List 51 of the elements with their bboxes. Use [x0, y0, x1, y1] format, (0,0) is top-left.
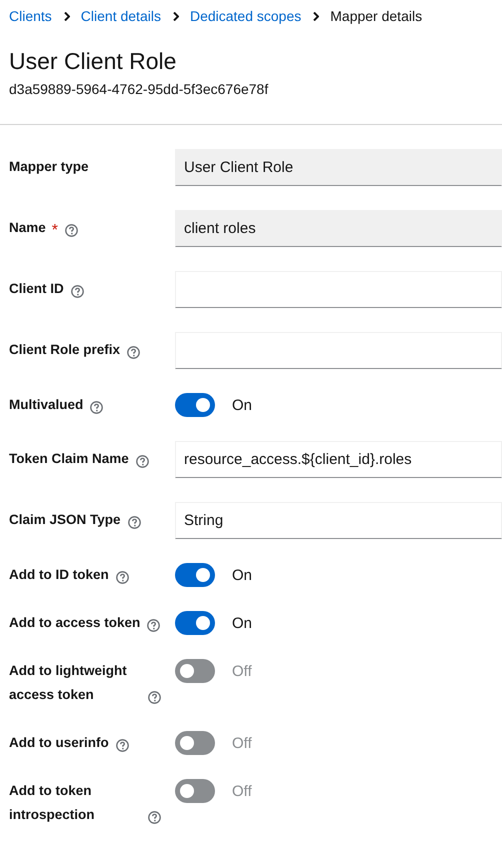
field-label: Add to access token [9, 614, 140, 632]
field-label: Client ID [9, 280, 64, 298]
toggle-switch[interactable] [175, 393, 215, 417]
toggle-state: On [232, 566, 252, 584]
text-field[interactable]: User Client Role [175, 149, 502, 186]
chevron-icon [172, 12, 179, 20]
breadcrumb-link[interactable]: Clients [9, 8, 52, 24]
help-icon[interactable] [136, 455, 149, 468]
text-field[interactable]: String [175, 502, 502, 539]
toggle-state: On [232, 614, 252, 632]
toggle-switch[interactable] [175, 659, 215, 683]
chevron-icon [313, 12, 320, 20]
toggle-state: On [232, 396, 252, 414]
page-title: User Client Role [9, 47, 178, 76]
field-label: Mapper type [9, 158, 89, 176]
help-icon[interactable] [128, 516, 141, 529]
text-field[interactable] [175, 271, 502, 308]
help-icon[interactable] [65, 224, 78, 237]
help-icon[interactable] [148, 811, 161, 824]
field-label: Name [9, 219, 46, 237]
breadcrumb-link[interactable]: Client details [80, 8, 161, 24]
toggle-switch[interactable] [175, 779, 215, 803]
toggle-switch[interactable] [175, 731, 215, 755]
toggle-state: Off [232, 782, 252, 800]
help-icon[interactable] [90, 401, 104, 414]
field-label: Client Role prefix [9, 341, 120, 359]
field-label: Claim JSON Type [9, 511, 121, 529]
field-label: Add to userinfo [9, 734, 109, 752]
toggle-switch[interactable] [175, 611, 215, 635]
field-label: Add to lightweight access token [9, 662, 128, 704]
field-label: Multivalued [9, 396, 84, 414]
mapper-id: d3a59889-5964-4762-95dd-5f3ec676e78f [9, 80, 270, 98]
help-icon[interactable] [148, 691, 161, 704]
text-field[interactable] [175, 332, 502, 369]
breadcrumb-link[interactable]: Dedicated scopes [190, 8, 302, 24]
toggle-state: Off [232, 734, 252, 752]
help-icon[interactable] [116, 739, 129, 752]
help-icon[interactable] [70, 285, 84, 298]
toggle-switch[interactable] [175, 563, 215, 587]
field-label: Token Claim Name [9, 450, 129, 468]
breadcrumb-current: Mapper details [330, 8, 422, 24]
text-field[interactable]: resource_access.${client_id}.roles [175, 441, 502, 478]
help-icon[interactable] [127, 346, 140, 359]
help-icon[interactable] [116, 571, 129, 584]
field-label: Add to token introspection [9, 782, 96, 824]
field-label: Add to ID token [9, 566, 109, 584]
help-icon[interactable] [147, 619, 160, 632]
text-field[interactable]: client roles [175, 210, 502, 247]
toggle-state: Off [232, 662, 252, 680]
required-mark: * [52, 222, 58, 239]
chevron-icon [64, 12, 70, 20]
